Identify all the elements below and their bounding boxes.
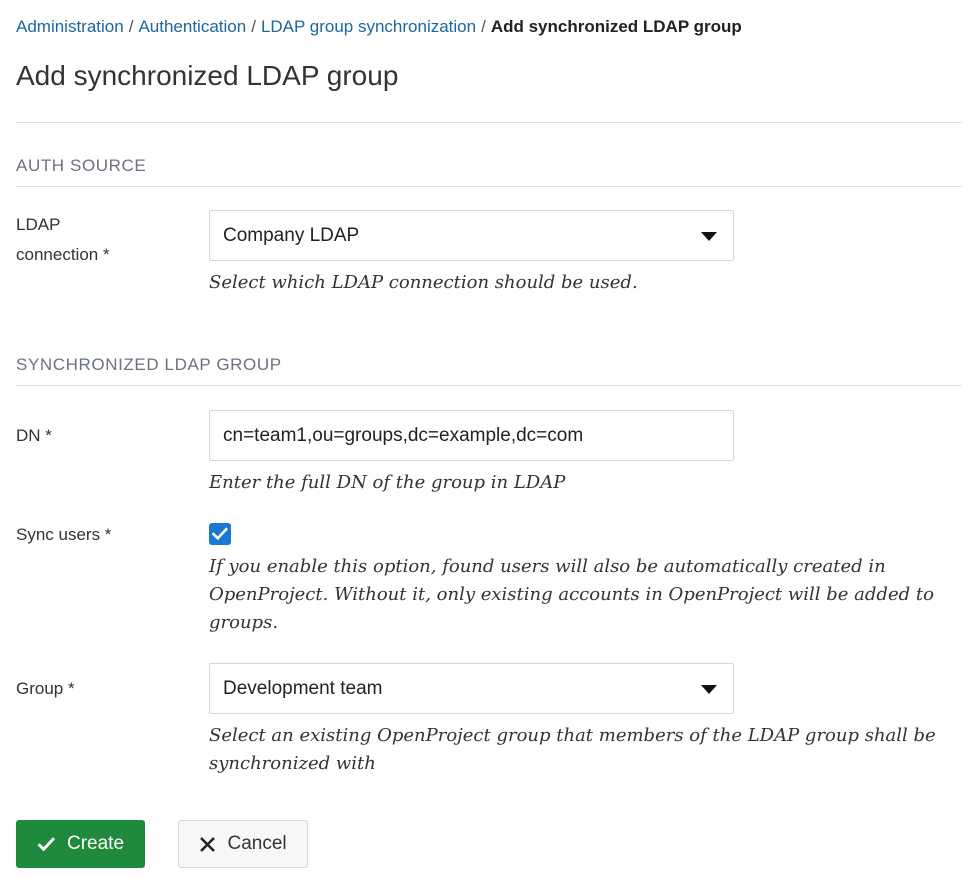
control-group: Development team Select an existing Open… <box>209 663 962 778</box>
group-select[interactable]: Development team <box>209 663 734 714</box>
create-button[interactable]: Create <box>16 820 145 868</box>
section-legend-auth-source: AUTH SOURCE <box>16 156 962 186</box>
breadcrumb-separator: / <box>129 17 134 36</box>
breadcrumb-separator: / <box>481 17 486 36</box>
section-divider <box>16 186 962 187</box>
section-divider <box>16 385 962 386</box>
section-legend-synchronized-ldap-group: SYNCHRONIZED LDAP GROUP <box>16 355 962 385</box>
chevron-down-icon <box>701 232 717 241</box>
check-icon <box>212 527 228 541</box>
header-divider <box>16 122 962 123</box>
form-row-dn: DN * Enter the full DN of the group in L… <box>16 410 962 530</box>
section-synchronized-ldap-group: SYNCHRONIZED LDAP GROUP DN * Enter the f… <box>16 355 962 386</box>
chevron-down-icon <box>701 685 717 694</box>
sync-users-checkbox[interactable] <box>209 523 231 545</box>
group-selected-value: Development team <box>223 664 382 713</box>
form-row-group: Group * Development team Select an exist… <box>16 663 962 793</box>
label-sync-users: Sync users * <box>16 523 191 547</box>
label-ldap-connection: LDAP connection * <box>16 210 191 270</box>
form-actions: Create Cancel <box>16 820 308 868</box>
check-icon <box>37 836 56 852</box>
label-dn: DN * <box>16 410 191 461</box>
ldap-connection-select[interactable]: Company LDAP <box>209 210 734 261</box>
help-text-dn: Enter the full DN of the group in LDAP <box>209 469 962 497</box>
control-dn: Enter the full DN of the group in LDAP <box>209 410 962 497</box>
help-text-sync-users: If you enable this option, found users w… <box>209 553 947 637</box>
breadcrumb-separator: / <box>251 17 256 36</box>
form-row-ldap-connection: LDAP connection * Company LDAP Select wh… <box>16 210 962 330</box>
breadcrumb: Administration/Authentication/LDAP group… <box>16 15 742 39</box>
cancel-button[interactable]: Cancel <box>178 820 307 868</box>
help-text-ldap-connection: Select which LDAP connection should be u… <box>209 269 962 297</box>
help-text-group: Select an existing OpenProject group tha… <box>209 722 947 778</box>
label-ldap-connection-line2: connection * <box>16 240 191 270</box>
section-auth-source: AUTH SOURCE LDAP connection * Company LD… <box>16 156 962 187</box>
cancel-button-label: Cancel <box>227 833 286 855</box>
form-row-sync-users: Sync users * If you enable this option, … <box>16 523 962 653</box>
page-title: Add synchronized LDAP group <box>16 58 398 94</box>
label-ldap-connection-line1: LDAP <box>16 210 191 240</box>
control-ldap-connection: Company LDAP Select which LDAP connectio… <box>209 210 962 297</box>
breadcrumb-item-administration[interactable]: Administration <box>16 17 124 36</box>
label-group: Group * <box>16 663 191 714</box>
breadcrumb-item-current: Add synchronized LDAP group <box>491 17 742 36</box>
close-icon <box>199 836 216 853</box>
create-button-label: Create <box>67 833 124 855</box>
breadcrumb-item-authentication[interactable]: Authentication <box>138 17 246 36</box>
control-sync-users: If you enable this option, found users w… <box>209 523 962 637</box>
breadcrumb-item-ldap-group-synchronization[interactable]: LDAP group synchronization <box>261 17 476 36</box>
dn-input[interactable] <box>209 410 734 461</box>
ldap-connection-selected-value: Company LDAP <box>223 211 359 260</box>
